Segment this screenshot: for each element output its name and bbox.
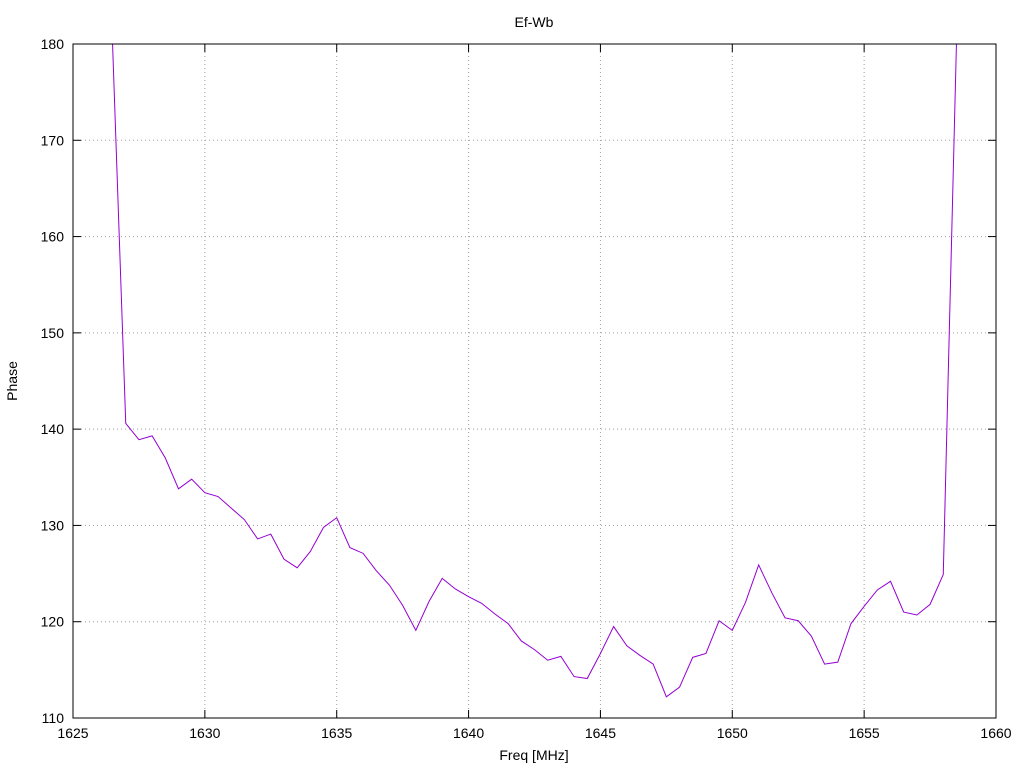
x-tick-label: 1630 [189,725,220,741]
y-axis-tick-labels: 110 120 130 140 150 160 170 180 [41,36,65,726]
y-tick-label: 160 [41,229,65,245]
y-tick-label: 110 [42,710,65,726]
x-axis-tick-labels: 1625 1630 1635 1640 1645 1650 1655 1660 [57,725,1011,741]
y-tick-label: 180 [41,36,65,52]
x-tick-label: 1650 [717,725,748,741]
y-tick-label: 120 [41,614,65,630]
x-axis-title: Freq [MHz] [499,747,568,763]
y-tick-label: 170 [41,132,65,148]
grid-lines [73,44,996,718]
plot-frame [72,43,997,719]
y-axis-title: Phase [4,361,20,401]
series-line [112,43,957,698]
y-tick-label: 150 [41,325,65,341]
x-tick-label: 1625 [57,725,88,741]
x-tick-label: 1640 [453,725,484,741]
x-tick-label: 1635 [321,725,352,741]
series-layer [112,43,957,698]
x-tick-label: 1645 [585,725,616,741]
chart-title: Ef-Wb [515,14,554,30]
y-tick-label: 130 [41,517,65,533]
y-tick-label: 140 [41,421,65,437]
axis-ticks [72,43,997,719]
line-chart: 1625 1630 1635 1640 1645 1650 1655 1660 1101201… [4,14,1012,763]
x-tick-label: 1660 [980,725,1011,741]
x-tick-label: 1655 [849,725,880,741]
